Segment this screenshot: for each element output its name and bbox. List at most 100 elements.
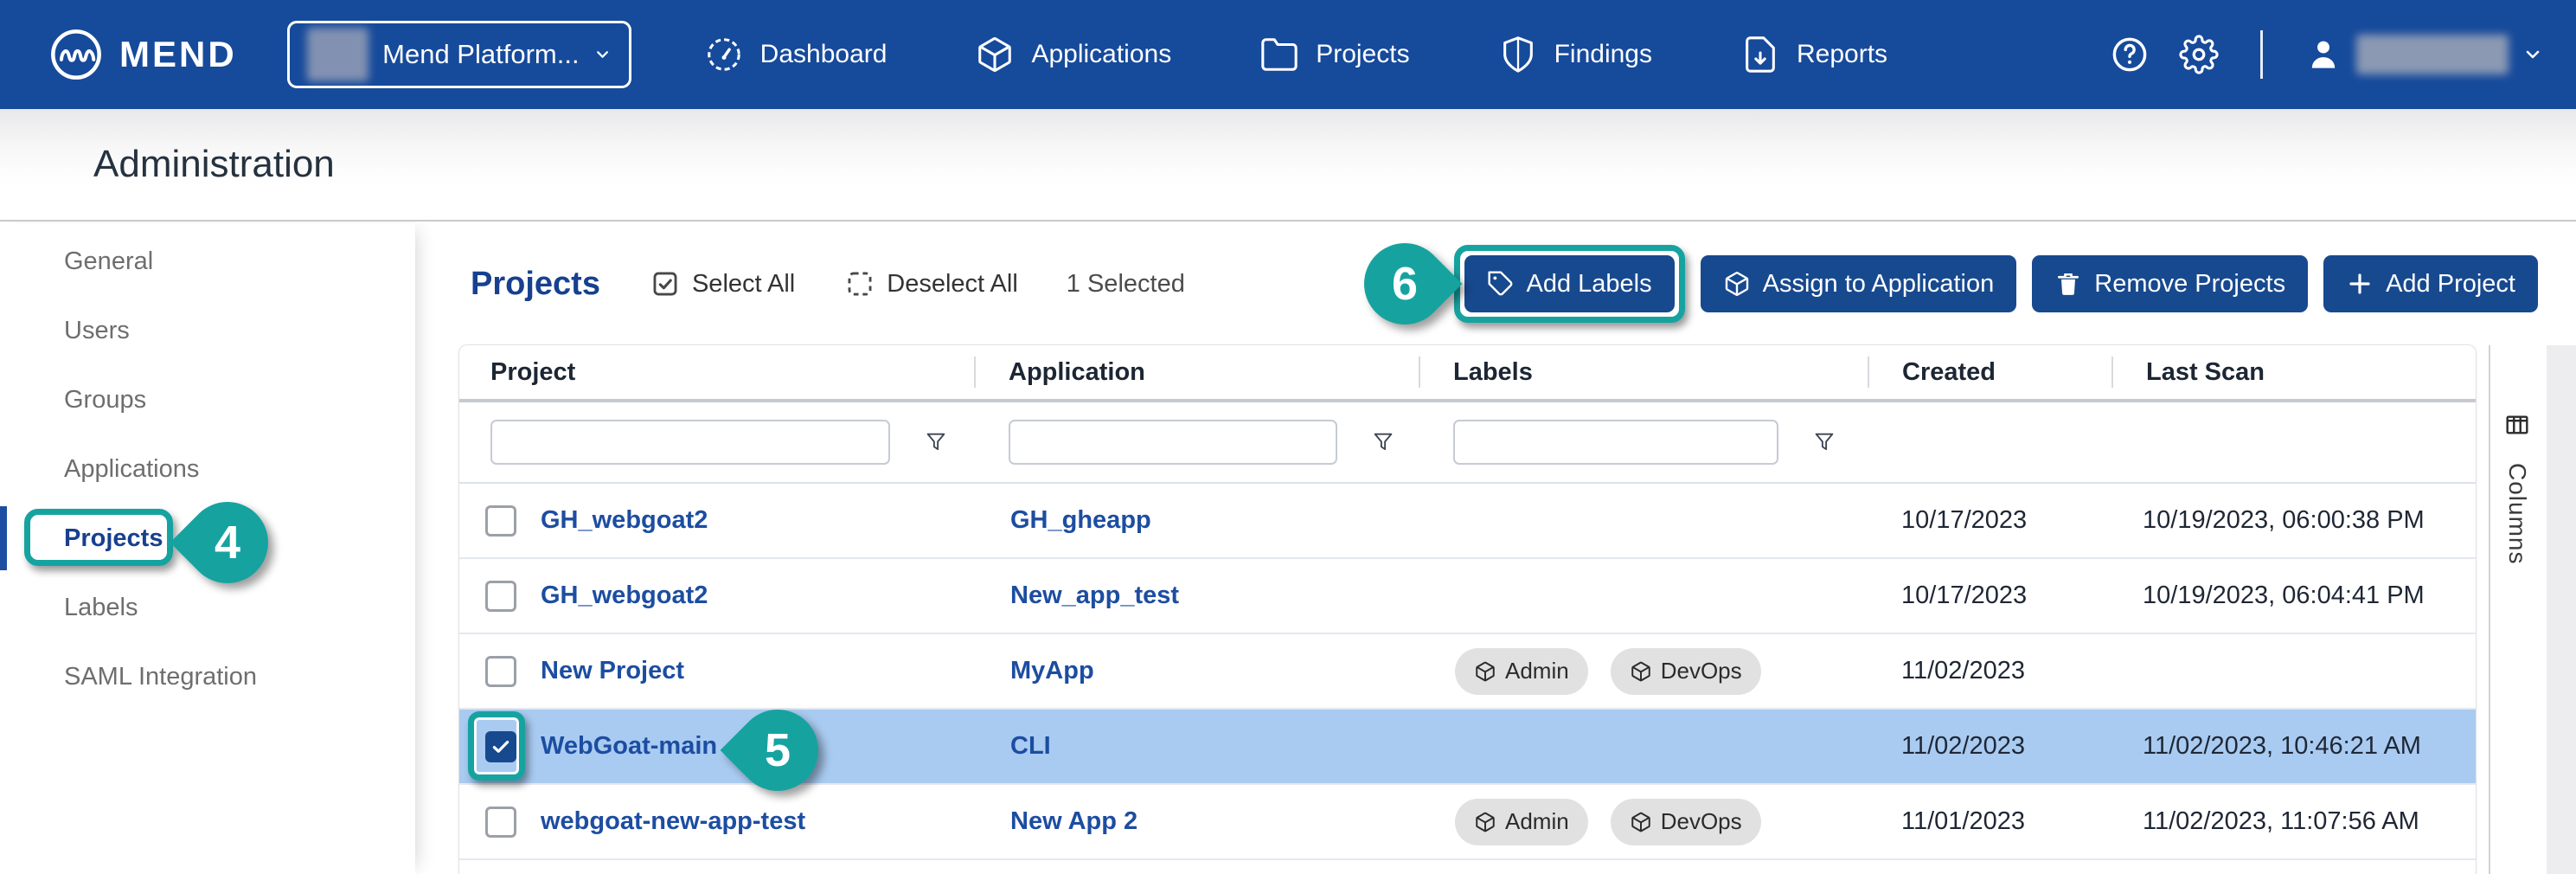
project-link[interactable]: GH_webgoat2 (541, 506, 708, 535)
nav-item-dashboard[interactable]: Dashboard (704, 35, 888, 74)
table-row-selected[interactable]: WebGoat-main CLI 11/02/2023 11/02/2023, … (459, 710, 2476, 785)
application-link[interactable]: MyApp (1010, 657, 1094, 685)
column-header-last-scan[interactable]: Last Scan (2111, 345, 2476, 399)
project-link[interactable]: WebGoat-main (541, 732, 717, 761)
sidebar-label-applications: Applications (64, 455, 199, 484)
column-header-created[interactable]: Created (1868, 345, 2111, 399)
application-filter-input[interactable] (1009, 420, 1337, 465)
sidebar-label-labels: Labels (64, 594, 138, 622)
sidebar-item-labels[interactable]: Labels (64, 573, 415, 642)
table-row[interactable]: GH_webgoat2 GH_gheapp 10/17/2023 10/19/2… (459, 484, 2476, 559)
nav-item-findings[interactable]: Findings (1498, 35, 1652, 74)
nav-label-dashboard: Dashboard (760, 40, 888, 69)
page-title: Administration (93, 143, 335, 186)
created-date: 10/17/2023 (1901, 582, 2027, 610)
add-labels-button[interactable]: Add Labels (1464, 255, 1675, 312)
created-date: 11/02/2023 (1901, 732, 2025, 761)
project-filter-input[interactable] (490, 420, 890, 465)
column-header-project-label: Project (490, 358, 575, 387)
annotation-step-6: 6 (1391, 257, 1417, 311)
nav-label-applications: Applications (1031, 40, 1171, 69)
add-labels-label: Add Labels (1527, 270, 1652, 299)
user-menu[interactable] (2304, 35, 2543, 74)
labels-filter-icon[interactable] (1811, 429, 1837, 455)
assign-to-application-button[interactable]: Assign to Application (1701, 255, 2017, 312)
nav-item-applications[interactable]: Applications (975, 35, 1171, 74)
navbar-right (2110, 30, 2543, 79)
column-header-application[interactable]: Application (974, 345, 1419, 399)
gear-icon (2179, 35, 2219, 74)
org-dropdown[interactable]: Mend Platform... (287, 21, 631, 88)
nav-label-findings: Findings (1554, 40, 1652, 69)
project-filter-icon[interactable] (923, 429, 949, 455)
sidebar-item-saml-integration[interactable]: SAML Integration (64, 642, 415, 711)
row-checkbox-checked[interactable] (485, 731, 516, 762)
remove-projects-label: Remove Projects (2094, 270, 2285, 299)
cube-icon (1474, 811, 1496, 833)
last-scan-date: 11/02/2023, 11:07:56 AM (2143, 807, 2419, 836)
funnel-icon (1811, 429, 1837, 455)
row-checkbox[interactable] (485, 581, 516, 612)
sidebar-item-applications[interactable]: Applications (64, 434, 415, 504)
nav-label-reports: Reports (1797, 40, 1887, 69)
add-project-label: Add Project (2386, 270, 2515, 299)
table-row[interactable]: New Project MyApp Admin (459, 634, 2476, 710)
row-checkbox[interactable] (485, 656, 516, 687)
label-chip-text: Admin (1505, 658, 1569, 684)
label-chip-text: Admin (1505, 808, 1569, 835)
annotation-box-add-labels: Add Labels (1454, 245, 1685, 323)
application-link[interactable]: New App 2 (1010, 807, 1137, 836)
folder-icon (1259, 35, 1299, 74)
report-file-icon (1740, 35, 1780, 74)
projects-toolbar: Projects Select All Deselect All 1 Selec… (415, 223, 2576, 344)
row-checkbox[interactable] (485, 505, 516, 537)
label-chip: Admin (1455, 648, 1588, 695)
remove-projects-button[interactable]: Remove Projects (2032, 255, 2308, 312)
cube-icon (975, 35, 1015, 74)
sidebar-item-general[interactable]: General (64, 227, 415, 296)
help-button[interactable] (2110, 35, 2150, 74)
application-link[interactable]: CLI (1010, 732, 1051, 761)
assign-to-application-label: Assign to Application (1763, 270, 1995, 299)
columns-icon (2503, 411, 2531, 439)
project-link[interactable]: webgoat-new-app-test (541, 807, 805, 836)
table-row[interactable]: GH_webgoat2 New_app_test 10/17/2023 10/1… (459, 559, 2476, 634)
selected-count: 1 Selected (1067, 270, 1185, 299)
nav-item-reports[interactable]: Reports (1740, 35, 1887, 74)
sidebar-item-projects[interactable]: Projects (64, 504, 415, 573)
nav-item-projects[interactable]: Projects (1259, 35, 1409, 74)
column-header-project[interactable]: Project (459, 345, 974, 399)
top-navbar: MEND Mend Platform... Dashboard Applicat… (0, 0, 2576, 109)
table-filter-row (459, 402, 2476, 484)
row-checkbox[interactable] (485, 807, 516, 838)
deselect-all-button[interactable]: Deselect All (845, 269, 1018, 299)
label-chip: DevOps (1611, 799, 1761, 845)
created-date: 10/17/2023 (1901, 506, 2027, 535)
sidebar-item-users[interactable]: Users (64, 296, 415, 365)
sidebar-item-groups[interactable]: Groups (64, 365, 415, 434)
cube-icon (1723, 270, 1751, 298)
project-link[interactable]: New Project (541, 657, 684, 685)
sidebar-label-saml: SAML Integration (64, 663, 257, 691)
redacted-org-logo (307, 28, 368, 81)
last-scan-date: 10/19/2023, 06:00:38 PM (2143, 506, 2425, 535)
table-row[interactable]: webgoat-new-app-test New App 2 Admin (459, 785, 2476, 860)
nav-label-projects: Projects (1316, 40, 1409, 69)
columns-panel-toggle[interactable]: Columns (2489, 345, 2544, 874)
admin-sidebar: General Users Groups Applications Projec… (0, 223, 415, 874)
settings-button[interactable] (2179, 35, 2219, 74)
vertical-scrollbar[interactable] (2547, 345, 2576, 874)
mend-logo[interactable]: MEND (48, 27, 237, 82)
sidebar-label-groups: Groups (64, 386, 146, 415)
select-all-button[interactable]: Select All (650, 269, 795, 299)
application-link[interactable]: New_app_test (1010, 582, 1179, 610)
cube-icon (1630, 660, 1652, 683)
application-link[interactable]: GH_gheapp (1010, 506, 1151, 535)
add-project-button[interactable]: Add Project (2323, 255, 2538, 312)
application-filter-icon[interactable] (1370, 429, 1396, 455)
column-header-labels[interactable]: Labels (1419, 345, 1868, 399)
chevron-down-icon (593, 43, 612, 66)
labels-filter-input[interactable] (1453, 420, 1778, 465)
funnel-icon (1370, 429, 1396, 455)
project-link[interactable]: GH_webgoat2 (541, 582, 708, 610)
